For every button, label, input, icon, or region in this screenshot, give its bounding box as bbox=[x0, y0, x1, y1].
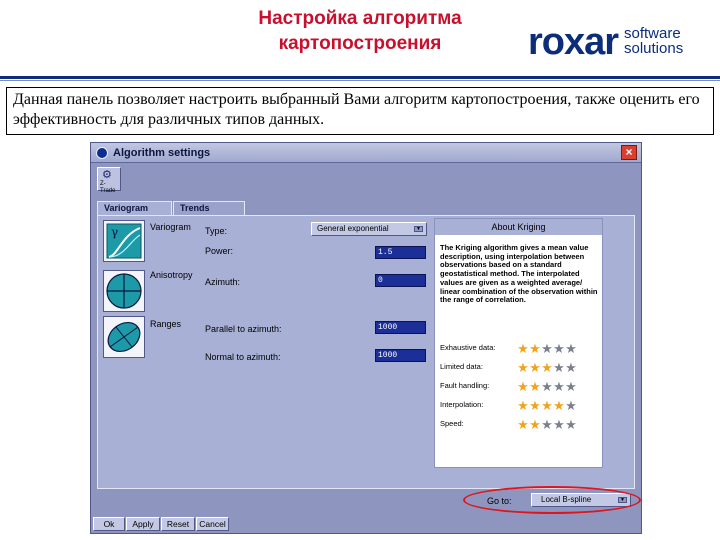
algorithm-settings-window: Algorithm settings × ⚙ Z-Trade Variogram… bbox=[90, 142, 642, 534]
star-empty-icon: ★ bbox=[565, 379, 577, 394]
rating-row: Exhaustive data: ★★★★★ bbox=[440, 340, 600, 356]
rating-label: Speed: bbox=[440, 419, 464, 428]
window-title: Algorithm settings bbox=[113, 147, 211, 159]
tool-label: Z-Trade bbox=[100, 181, 116, 194]
header-divider-thin bbox=[0, 80, 720, 81]
cancel-button[interactable]: Cancel bbox=[196, 517, 229, 531]
star-filled-icon: ★ bbox=[517, 417, 529, 432]
ok-button[interactable]: Ok bbox=[93, 517, 125, 531]
header-divider bbox=[0, 76, 720, 79]
power-input[interactable]: 1.5 bbox=[375, 246, 426, 259]
rating-label: Limited data: bbox=[440, 362, 483, 371]
app-icon bbox=[96, 147, 108, 159]
reset-button[interactable]: Reset bbox=[161, 517, 195, 531]
star-filled-icon: ★ bbox=[529, 360, 541, 375]
rating-row: Limited data: ★★★★★ bbox=[440, 359, 600, 375]
normal-to-azimuth-label: Normal to azimuth: bbox=[205, 352, 281, 362]
section-label-anisotropy: Anisotropy bbox=[150, 270, 193, 280]
power-label: Power: bbox=[205, 246, 234, 256]
anisotropy-image bbox=[103, 270, 145, 312]
star-filled-icon: ★ bbox=[517, 379, 529, 394]
apply-button[interactable]: Apply bbox=[126, 517, 160, 531]
variogram-image: γ bbox=[103, 220, 145, 262]
tool-icon: ⚙ bbox=[102, 169, 112, 181]
star-empty-icon: ★ bbox=[565, 398, 577, 413]
star-filled-icon: ★ bbox=[517, 360, 529, 375]
star-empty-icon: ★ bbox=[553, 341, 565, 356]
variogram-panel: γ Variogram Anisotropy Ranges Type: Powe… bbox=[97, 215, 635, 489]
star-rating: ★★★★★ bbox=[517, 340, 577, 356]
star-empty-icon: ★ bbox=[553, 417, 565, 432]
star-filled-icon: ★ bbox=[541, 398, 553, 413]
section-label-ranges: Ranges bbox=[150, 319, 182, 329]
about-kriging-panel: About Kriging The Kriging algorithm give… bbox=[434, 218, 603, 468]
parallel-to-azimuth-label: Parallel to azimuth: bbox=[205, 324, 282, 334]
star-empty-icon: ★ bbox=[565, 417, 577, 432]
star-filled-icon: ★ bbox=[541, 360, 553, 375]
azimuth-label: Azimuth: bbox=[205, 277, 241, 287]
rating-label: Exhaustive data: bbox=[440, 343, 496, 352]
star-empty-icon: ★ bbox=[565, 341, 577, 356]
slide-title-line-1: Настройка алгоритма bbox=[258, 8, 462, 29]
window-titlebar[interactable]: Algorithm settings × bbox=[91, 143, 641, 163]
type-select-value: General exponential bbox=[317, 224, 389, 233]
star-empty-icon: ★ bbox=[541, 341, 553, 356]
star-filled-icon: ★ bbox=[529, 379, 541, 394]
rating-label: Fault handling: bbox=[440, 381, 490, 390]
section-label-variogram: Variogram bbox=[150, 222, 191, 232]
tab-trends[interactable]: Trends bbox=[173, 201, 245, 215]
rating-label: Interpolation: bbox=[440, 400, 484, 409]
parallel-to-azimuth-input[interactable]: 1000 bbox=[375, 321, 426, 334]
star-rating: ★★★★★ bbox=[517, 397, 577, 413]
info-description: The Kriging algorithm gives a mean value… bbox=[440, 243, 598, 305]
star-filled-icon: ★ bbox=[529, 417, 541, 432]
normal-to-azimuth-input[interactable]: 1000 bbox=[375, 349, 426, 362]
logo-tagline-line-1: software bbox=[624, 25, 681, 42]
slide-description: Данная панель позволяет настроить выбран… bbox=[6, 87, 714, 135]
logo-tagline: software solutions bbox=[624, 26, 683, 56]
star-empty-icon: ★ bbox=[553, 360, 565, 375]
rating-row: Speed: ★★★★★ bbox=[440, 416, 600, 432]
star-empty-icon: ★ bbox=[553, 379, 565, 394]
type-label: Type: bbox=[205, 226, 228, 236]
star-filled-icon: ★ bbox=[553, 398, 565, 413]
type-select[interactable]: General exponential ▼ bbox=[311, 222, 427, 236]
azimuth-input[interactable]: 0 bbox=[375, 274, 426, 287]
rating-row: Interpolation: ★★★★★ bbox=[440, 397, 600, 413]
star-rating: ★★★★★ bbox=[517, 378, 577, 394]
tab-variogram[interactable]: Variogram bbox=[97, 201, 172, 215]
z-trade-tool-button[interactable]: ⚙ Z-Trade bbox=[97, 167, 121, 194]
info-header: About Kriging bbox=[435, 219, 602, 235]
star-filled-icon: ★ bbox=[517, 398, 529, 413]
star-filled-icon: ★ bbox=[529, 341, 541, 356]
svg-text:γ: γ bbox=[111, 225, 118, 239]
slide-title: Настройка алгоритма картопостроения bbox=[180, 6, 540, 56]
star-empty-icon: ★ bbox=[541, 379, 553, 394]
slide-title-line-2: картопостроения bbox=[278, 33, 442, 54]
close-button[interactable]: × bbox=[621, 145, 637, 160]
star-empty-icon: ★ bbox=[565, 360, 577, 375]
goto-highlight-ellipse bbox=[463, 486, 641, 514]
chevron-down-icon[interactable]: ▼ bbox=[414, 226, 423, 232]
logo-tagline-line-2: solutions bbox=[624, 40, 684, 57]
ranges-image bbox=[103, 316, 145, 358]
star-filled-icon: ★ bbox=[529, 398, 541, 413]
star-filled-icon: ★ bbox=[517, 341, 529, 356]
star-rating: ★★★★★ bbox=[517, 359, 577, 375]
star-empty-icon: ★ bbox=[541, 417, 553, 432]
star-rating: ★★★★★ bbox=[517, 416, 577, 432]
roxar-logo: roxar software solutions bbox=[528, 22, 708, 62]
rating-row: Fault handling: ★★★★★ bbox=[440, 378, 600, 394]
logo-wordmark: roxar bbox=[528, 21, 619, 63]
